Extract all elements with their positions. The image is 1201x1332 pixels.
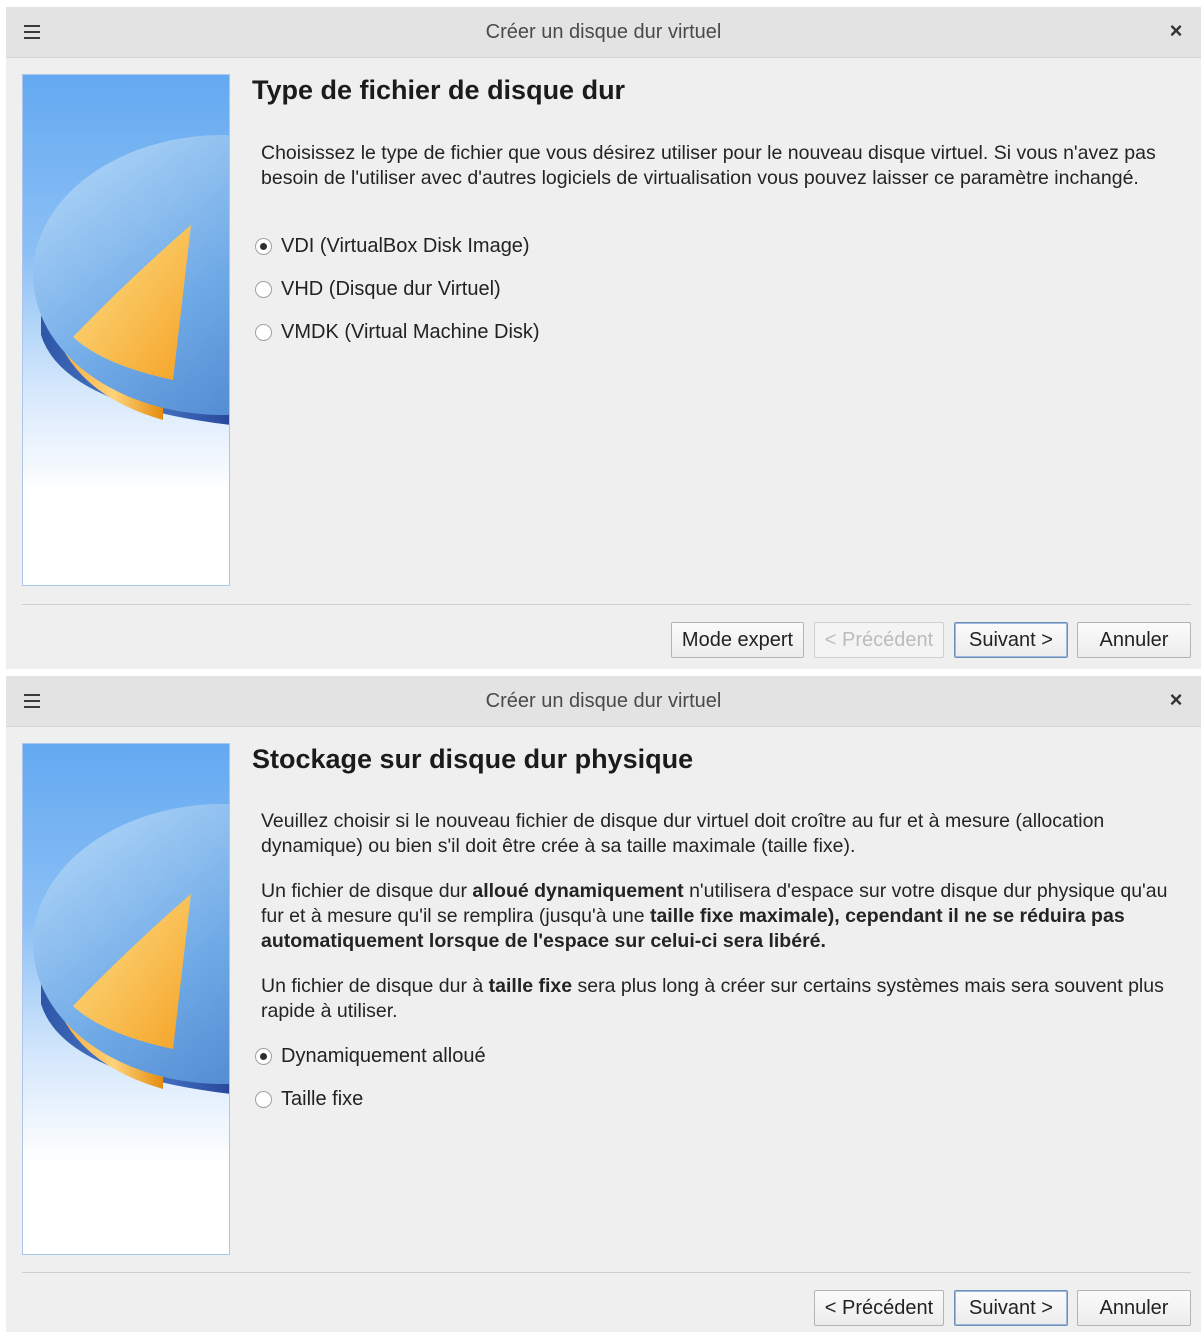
radio-button[interactable] xyxy=(255,323,272,341)
next-button[interactable]: Suivant > xyxy=(954,622,1068,658)
close-icon[interactable]: × xyxy=(1165,18,1187,44)
page-heading: Type de fichier de disque dur xyxy=(252,75,626,105)
separator xyxy=(22,604,1191,605)
fixed-size-text: Un fichier de disque dur à taille fixe s… xyxy=(261,975,1164,1022)
radio-label: Dynamiquement alloué xyxy=(281,1044,486,1067)
window-title: Créer un disque dur virtuel xyxy=(485,690,722,712)
radio-vdi[interactable]: VDI (VirtualBox Disk Image) xyxy=(255,233,530,259)
radio-label: VMDK (Virtual Machine Disk) xyxy=(281,320,540,343)
radio-dynamic[interactable]: Dynamiquement alloué xyxy=(255,1043,486,1069)
radio-vhd[interactable]: VHD (Disque dur Virtuel) xyxy=(255,276,501,302)
next-button[interactable]: Suivant > xyxy=(954,1290,1068,1326)
radio-label: VHD (Disque dur Virtuel) xyxy=(281,277,501,300)
hard-disk-illustration xyxy=(22,74,230,586)
dialog-file-type: Créer un disque dur virtuel × Type de fi… xyxy=(6,7,1201,669)
previous-button[interactable]: < Précédent xyxy=(814,1290,944,1326)
page-heading: Stockage sur disque dur physique xyxy=(252,744,694,774)
dynamic-allocation-text: Un fichier de disque dur alloué dynamiqu… xyxy=(261,880,1168,952)
radio-button[interactable] xyxy=(255,1090,272,1108)
description-text: Veuillez choisir si le nouveau fichier d… xyxy=(261,810,1105,857)
cancel-button[interactable]: Annuler xyxy=(1077,1290,1191,1326)
radio-fixed[interactable]: Taille fixe xyxy=(255,1086,363,1112)
description-text: Choisissez le type de fichier que vous d… xyxy=(261,142,1156,189)
radio-label: Taille fixe xyxy=(281,1087,364,1110)
title-bar: Créer un disque dur virtuel × xyxy=(6,7,1201,58)
title-bar: Créer un disque dur virtuel × xyxy=(6,676,1201,727)
window-title: Créer un disque dur virtuel xyxy=(485,21,722,43)
radio-vmdk[interactable]: VMDK (Virtual Machine Disk) xyxy=(255,319,540,345)
radio-button-checked[interactable] xyxy=(255,237,272,255)
radio-label: VDI (VirtualBox Disk Image) xyxy=(281,234,530,257)
cancel-button[interactable]: Annuler xyxy=(1077,622,1191,658)
expert-mode-button[interactable]: Mode expert xyxy=(671,622,804,658)
radio-button[interactable] xyxy=(255,280,272,298)
separator xyxy=(22,1272,1191,1273)
close-icon[interactable]: × xyxy=(1165,687,1187,713)
previous-button[interactable]: < Précédent xyxy=(814,622,944,658)
radio-button-checked[interactable] xyxy=(255,1047,272,1065)
hard-disk-illustration xyxy=(22,743,230,1255)
dialog-storage: Créer un disque dur virtuel × Stockage s… xyxy=(6,676,1201,1332)
